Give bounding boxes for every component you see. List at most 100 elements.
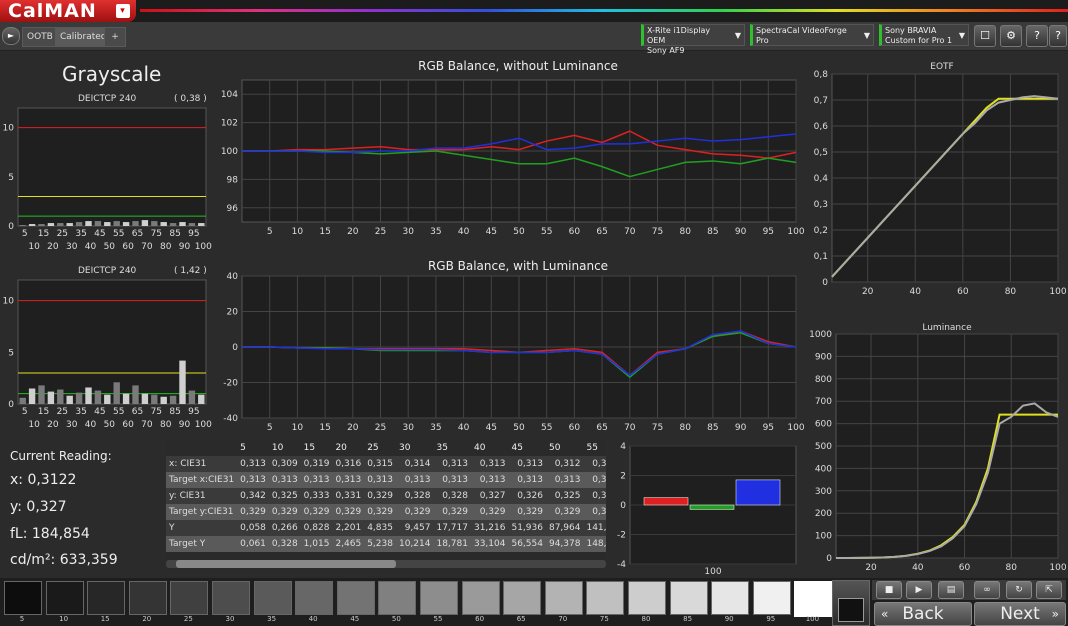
display-control-button[interactable]: ☐ (974, 25, 996, 47)
next-button[interactable]: Next » (974, 602, 1066, 626)
patch-swatch[interactable] (794, 581, 835, 617)
meter-selector[interactable]: X-Rite i1Display OEM Sony AF9 ▼ (641, 24, 745, 55)
patch-swatch[interactable] (378, 581, 417, 615)
add-tab-button[interactable]: + (104, 27, 126, 47)
play-icon[interactable]: ▶ (906, 581, 932, 599)
patch-label: 40 (308, 615, 318, 623)
patch-swatch[interactable] (503, 581, 542, 615)
x-tick-label: 10 (28, 242, 40, 252)
table-row[interactable]: Target Y 0,061 0,328 1,015 2,465 5,238 10,214 1… (166, 536, 606, 552)
table-cell: 0,328 (271, 539, 298, 549)
generator-selector[interactable]: SpectraCal VideoForge Pro ▼ (750, 24, 874, 46)
x-tick-label: 60 (959, 563, 971, 573)
patch-swatch[interactable] (87, 581, 126, 615)
patch-swatch[interactable] (253, 581, 292, 615)
row-label: Y (169, 523, 175, 533)
de-bar (19, 397, 26, 404)
table-cell: 0,329 (303, 507, 330, 517)
patch-swatch[interactable] (212, 581, 250, 615)
chevron-down-icon: ▼ (863, 31, 870, 40)
y-tick-label: 200 (815, 509, 832, 519)
expand-icon[interactable]: ⇱ (1036, 581, 1062, 599)
table-row[interactable]: Y 0,058 0,266 0,828 2,201 4,835 9,457 17,717 31,… (166, 520, 606, 536)
refresh-icon[interactable]: ↻ (1006, 581, 1032, 599)
patch-swatch[interactable] (170, 581, 209, 615)
x-tick-label: 40 (458, 423, 470, 433)
patch-swatch[interactable] (628, 581, 666, 615)
x-tick-label: 60 (957, 287, 969, 297)
de-bar (141, 220, 149, 226)
table-cell: 0,313 (240, 475, 266, 485)
stop-icon[interactable]: ■ (876, 581, 902, 599)
de-bar (104, 222, 111, 226)
gear-icon[interactable]: ⚙ (1000, 25, 1022, 47)
table-cell: 0,266 (271, 523, 298, 533)
help-2-icon[interactable]: ? (1049, 25, 1067, 47)
play-icon[interactable]: ► (2, 27, 20, 45)
header-cell: 5 (240, 443, 246, 453)
table-row[interactable]: x: CIE31 0,313 0,309 0,319 0,316 0,315 0,314 0,… (166, 456, 606, 472)
x-tick-label: 20 (347, 423, 359, 433)
x-tick-label: 85 (169, 407, 180, 417)
y-tick-label: 0 (232, 343, 238, 353)
table-scrollbar[interactable] (166, 560, 606, 568)
table-cell: 1,015 (303, 539, 330, 549)
patch-swatch[interactable] (711, 581, 750, 615)
data-table-panel[interactable]: 5 10 15 20 25 30 35 40 45 50 55 x: CIE31 0,313 0,309 0… (166, 440, 606, 570)
patch-swatch[interactable] (4, 581, 42, 615)
table-cell: 0,329 (404, 507, 431, 517)
table-row[interactable]: Target y:CIE31 0,329 0,329 0,329 0,329 0,329 0… (166, 504, 606, 520)
patch-swatch[interactable] (752, 581, 791, 615)
x-tick-label: 35 (430, 423, 441, 433)
help-icon[interactable]: ? (1026, 25, 1048, 47)
loop-icon[interactable]: ∞ (974, 581, 1000, 599)
de-bar (160, 396, 167, 404)
table-cell: 18,781 (436, 539, 468, 549)
table-row[interactable]: y: CIE31 0,342 0,325 0,333 0,331 0,329 0,328 0,… (166, 488, 606, 504)
patch-swatch[interactable] (544, 581, 583, 615)
table-cell: 87,964 (548, 523, 581, 533)
row-label: y: CIE31 (169, 491, 206, 501)
calman-logo-button[interactable]: CalMAN ▾ (0, 0, 136, 22)
back-label: Back (902, 604, 944, 624)
display-name: Sony BRAVIA (885, 26, 937, 35)
y-tick-label: 1000 (809, 330, 832, 340)
patch-swatch[interactable] (295, 581, 334, 615)
patch-swatch[interactable] (336, 581, 375, 615)
patch-swatch[interactable] (669, 581, 708, 615)
rgb-bar-chart: -4 -2 0 2 4 100 (617, 442, 797, 577)
de-bar (122, 393, 130, 404)
tab-ootb[interactable]: OOTB (22, 27, 58, 47)
table-cell: 0,329 (592, 507, 606, 517)
x-tick-label: 95 (763, 227, 774, 237)
patch-swatch[interactable] (461, 581, 500, 615)
save-icon[interactable]: ▤ (938, 581, 964, 599)
table-cell: 10,214 (398, 539, 431, 549)
y-tick-label: 0,3 (814, 200, 828, 210)
back-button[interactable]: « Back (874, 602, 972, 626)
de-bar (151, 394, 158, 404)
x-tick-label: 65 (596, 227, 607, 237)
plot-area (17, 107, 207, 227)
x-tick-label: 40 (85, 242, 97, 252)
de-bar (141, 393, 149, 404)
patch-swatch[interactable] (420, 581, 458, 615)
x-tick-label: 25 (57, 407, 68, 417)
patch-swatch[interactable] (128, 581, 167, 615)
scrollbar-thumb[interactable] (176, 560, 396, 568)
patch-label: 50 (391, 615, 401, 623)
transport-controls: ■ ▶ ▤ ∞ ↻ ⇱ (872, 580, 1066, 600)
table-row[interactable]: Target x:CIE31 0,313 0,313 0,313 0,313 0,313 0… (166, 472, 606, 488)
display-selector[interactable]: Sony BRAVIA Custom for Pro 1 ▼ (879, 24, 969, 46)
x-tick-label: 80 (1006, 563, 1018, 573)
header-cell: 55 (586, 443, 598, 453)
table-cell: 0,333 (303, 491, 330, 501)
patch-swatch[interactable] (45, 581, 84, 615)
x-tick-label: 25 (375, 423, 386, 433)
y-tick-label: 0,4 (814, 174, 829, 184)
table-cell: 0,313 (335, 475, 362, 485)
table-cell: 0,313 (479, 459, 506, 469)
table-cell: 51,936 (511, 523, 543, 533)
patch-swatch[interactable] (586, 581, 625, 615)
x-tick-label: 90 (735, 227, 747, 237)
